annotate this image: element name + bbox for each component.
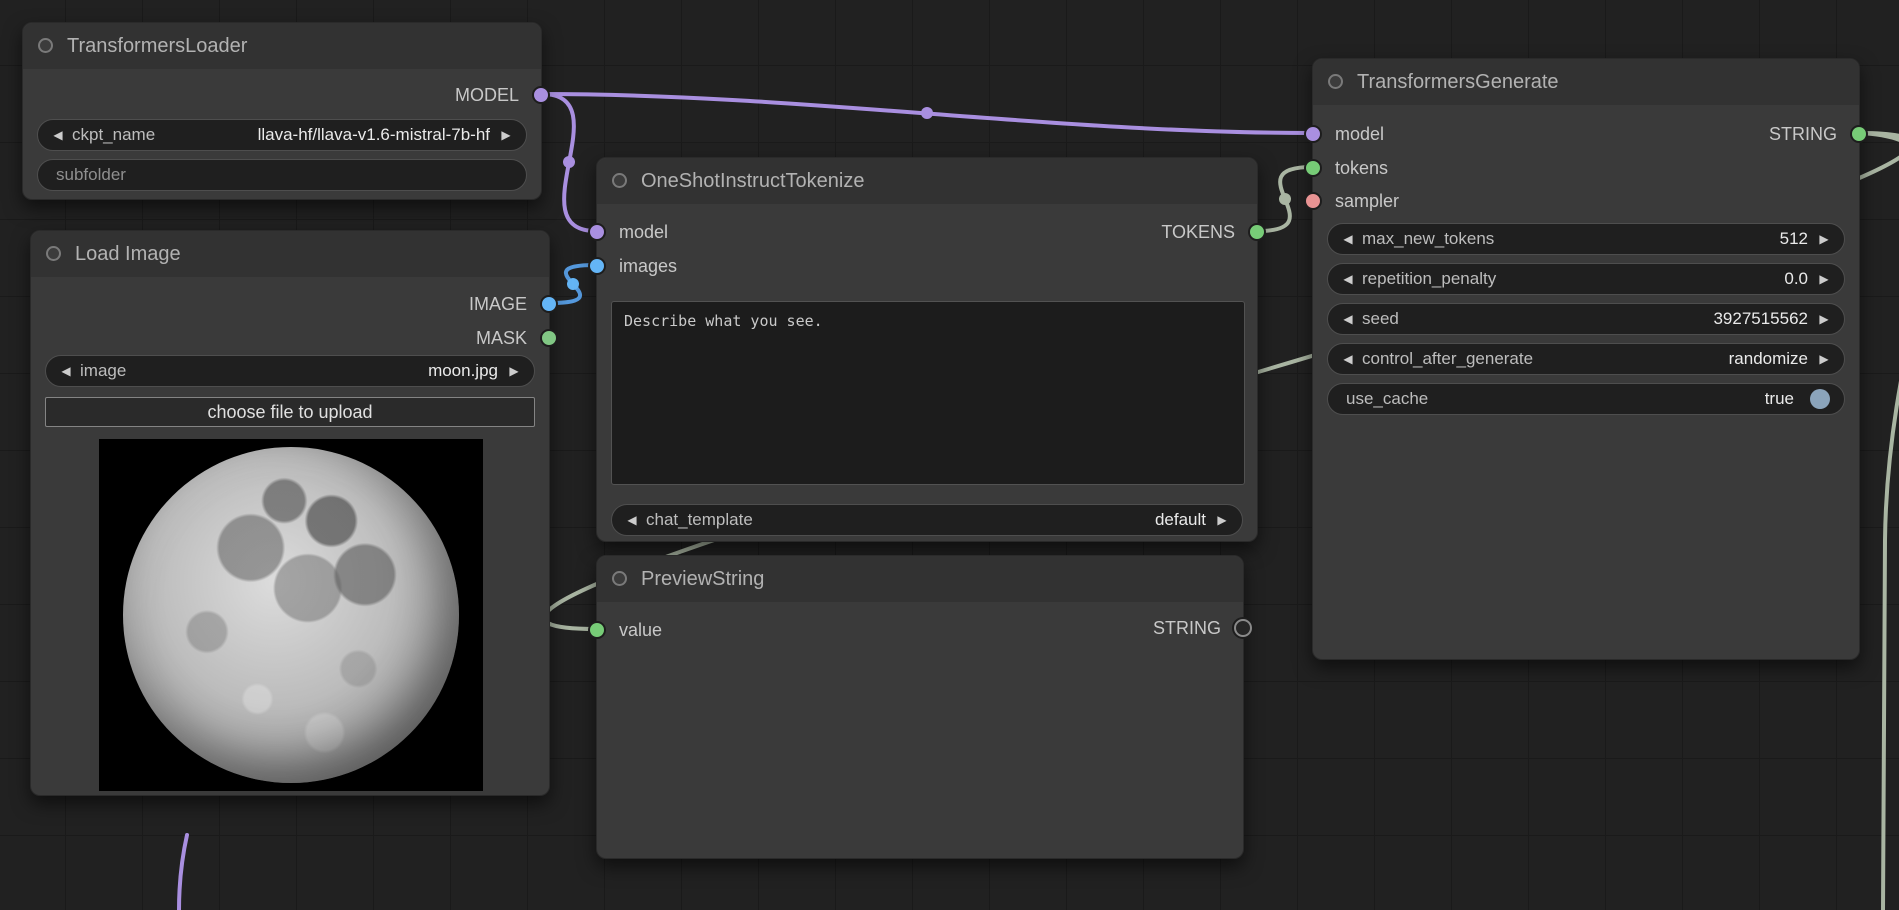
combo-left-arrow-icon[interactable]: ◀ <box>1340 352 1356 366</box>
widget-image[interactable]: ◀ image moon.jpg ▶ <box>45 355 535 387</box>
node-preview-string[interactable]: PreviewString value STRING <box>596 555 1244 859</box>
output-slot-model: MODEL <box>455 82 519 108</box>
output-dot-tokens[interactable] <box>1248 223 1266 241</box>
combo-left-arrow-icon[interactable]: ◀ <box>50 128 66 142</box>
combo-left-arrow-icon[interactable]: ◀ <box>1340 232 1356 246</box>
widget-name: control_after_generate <box>1362 349 1533 369</box>
node-title: PreviewString <box>641 556 764 602</box>
widget-value: moon.jpg <box>126 361 498 381</box>
combo-left-arrow-icon[interactable]: ◀ <box>1340 272 1356 286</box>
image-preview <box>99 439 483 791</box>
output-dot-model[interactable] <box>532 86 550 104</box>
widget-value: llava-hf/llava-v1.6-mistral-7b-hf <box>155 125 490 145</box>
widget-value: randomize <box>1533 349 1808 369</box>
node-titlebar[interactable]: OneShotInstructTokenize <box>597 158 1257 204</box>
moon-image <box>123 447 459 783</box>
node-collapse-dot[interactable] <box>612 571 627 586</box>
choose-file-button[interactable]: choose file to upload <box>45 397 535 427</box>
node-transformers-loader[interactable]: TransformersLoader MODEL ◀ ckpt_name lla… <box>22 22 542 200</box>
widget-name: chat_template <box>646 510 753 530</box>
widget-subfolder[interactable]: subfolder <box>37 159 527 191</box>
node-collapse-dot[interactable] <box>46 246 61 261</box>
node-oneshot-instruct-tokenize[interactable]: OneShotInstructTokenize model images TOK… <box>596 157 1258 542</box>
widget-value: 3927515562 <box>1399 309 1808 329</box>
widget-name: max_new_tokens <box>1362 229 1494 249</box>
output-slot-string: STRING <box>1769 121 1837 147</box>
input-dot-model[interactable] <box>1304 125 1322 143</box>
widget-repetition-penalty[interactable]: ◀ repetition_penalty 0.0 ▶ <box>1327 263 1845 295</box>
widget-value: default <box>753 510 1206 530</box>
output-dot-image[interactable] <box>540 295 558 313</box>
combo-right-arrow-icon[interactable]: ▶ <box>1816 312 1832 326</box>
combo-right-arrow-icon[interactable]: ▶ <box>1816 232 1832 246</box>
combo-left-arrow-icon[interactable]: ◀ <box>58 364 74 378</box>
node-collapse-dot[interactable] <box>612 173 627 188</box>
node-title: TransformersGenerate <box>1357 59 1559 105</box>
input-dot-tokens[interactable] <box>1304 159 1322 177</box>
node-title: TransformersLoader <box>67 23 247 69</box>
input-slot-tokens: tokens <box>1335 155 1388 181</box>
combo-right-arrow-icon[interactable]: ▶ <box>506 364 522 378</box>
widget-value: 0.0 <box>1496 269 1808 289</box>
input-dot-model[interactable] <box>588 223 606 241</box>
input-slot-images: images <box>619 253 677 279</box>
input-dot-images[interactable] <box>588 257 606 275</box>
input-slot-value: value <box>619 617 662 643</box>
widget-name: seed <box>1362 309 1399 329</box>
combo-right-arrow-icon[interactable]: ▶ <box>498 128 514 142</box>
node-title: OneShotInstructTokenize <box>641 158 864 204</box>
node-title: Load Image <box>75 231 181 277</box>
input-slot-model: model <box>1335 121 1384 147</box>
widget-name: use_cache <box>1346 389 1428 409</box>
widget-ckpt-name[interactable]: ◀ ckpt_name llava-hf/llava-v1.6-mistral-… <box>37 119 527 151</box>
widget-placeholder: subfolder <box>56 165 126 185</box>
output-slot-tokens: TOKENS <box>1161 219 1235 245</box>
link-midpoint-dot <box>921 107 933 119</box>
widget-name: image <box>80 361 126 381</box>
output-slot-mask: MASK <box>476 325 527 351</box>
output-slot-string: STRING <box>1153 615 1221 641</box>
node-titlebar[interactable]: TransformersGenerate <box>1313 59 1859 105</box>
link-midpoint-dot <box>563 156 575 168</box>
widget-use-cache[interactable]: use_cache true <box>1327 383 1845 415</box>
widget-name: repetition_penalty <box>1362 269 1496 289</box>
widget-control-after-generate[interactable]: ◀ control_after_generate randomize ▶ <box>1327 343 1845 375</box>
combo-left-arrow-icon[interactable]: ◀ <box>1340 312 1356 326</box>
link-model-offscreen <box>179 835 187 910</box>
node-transformers-generate[interactable]: TransformersGenerate model tokens sample… <box>1312 58 1860 660</box>
widget-chat-template[interactable]: ◀ chat_template default ▶ <box>611 504 1243 536</box>
combo-right-arrow-icon[interactable]: ▶ <box>1214 513 1230 527</box>
combo-left-arrow-icon[interactable]: ◀ <box>624 513 640 527</box>
node-load-image[interactable]: Load Image IMAGE MASK ◀ image moon.jpg ▶… <box>30 230 550 796</box>
input-slot-sampler: sampler <box>1335 188 1399 214</box>
input-dot-sampler[interactable] <box>1304 192 1322 210</box>
input-dot-value[interactable] <box>588 621 606 639</box>
link-midpoint-dot <box>1279 193 1291 205</box>
widget-max-new-tokens[interactable]: ◀ max_new_tokens 512 ▶ <box>1327 223 1845 255</box>
widget-name: ckpt_name <box>72 125 155 145</box>
combo-right-arrow-icon[interactable]: ▶ <box>1816 272 1832 286</box>
widget-value: true <box>1428 389 1794 409</box>
node-titlebar[interactable]: TransformersLoader <box>23 23 541 69</box>
widget-value: 512 <box>1494 229 1808 249</box>
node-collapse-dot[interactable] <box>1328 74 1343 89</box>
node-collapse-dot[interactable] <box>38 38 53 53</box>
output-dot-mask[interactable] <box>540 329 558 347</box>
prompt-textarea[interactable]: Describe what you see. <box>611 301 1245 485</box>
node-titlebar[interactable]: Load Image <box>31 231 549 277</box>
combo-right-arrow-icon[interactable]: ▶ <box>1816 352 1832 366</box>
output-dot-string[interactable] <box>1234 619 1252 637</box>
use-cache-toggle-knob[interactable] <box>1810 389 1830 409</box>
node-titlebar[interactable]: PreviewString <box>597 556 1243 602</box>
output-slot-image: IMAGE <box>469 291 527 317</box>
output-dot-string[interactable] <box>1850 125 1868 143</box>
link-midpoint-dot <box>567 278 579 290</box>
link-string-offscreen <box>1860 133 1899 910</box>
widget-seed[interactable]: ◀ seed 3927515562 ▶ <box>1327 303 1845 335</box>
input-slot-model: model <box>619 219 668 245</box>
